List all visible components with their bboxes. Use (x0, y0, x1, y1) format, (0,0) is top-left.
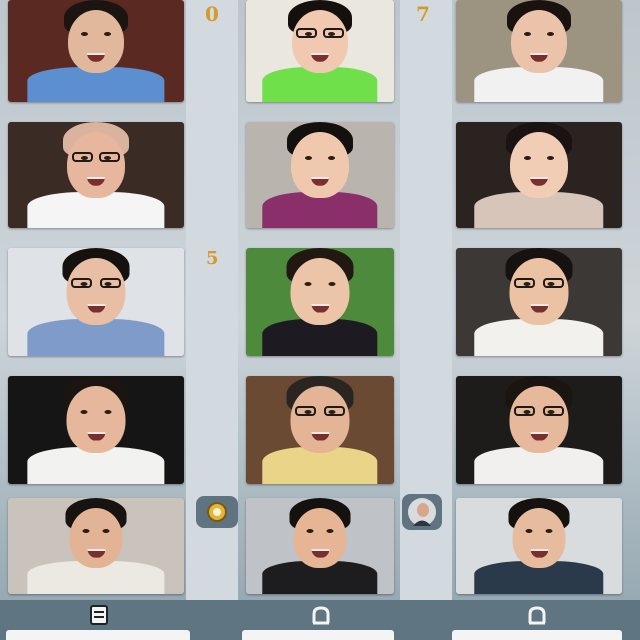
tile-number-label: 7 (416, 2, 430, 26)
participant-video-tile[interactable] (246, 498, 394, 594)
list-icon (90, 605, 108, 625)
bottom-tab[interactable] (452, 630, 622, 640)
share-button[interactable] (308, 602, 334, 628)
participant-thumbnail-button[interactable] (402, 494, 442, 530)
participant-video-tile[interactable] (246, 0, 394, 102)
column-divider (400, 0, 452, 640)
participant-face (66, 258, 126, 325)
share-icon (312, 606, 330, 625)
bottom-tab[interactable] (6, 630, 190, 640)
participant-face (512, 508, 566, 568)
video-call-window: 0 7 5 (0, 0, 640, 640)
participant-face (290, 258, 350, 325)
participant-video-tile[interactable] (8, 122, 184, 228)
participant-face (509, 386, 569, 453)
participant-video-tile[interactable] (246, 122, 394, 228)
participant-face (509, 258, 569, 325)
participant-face (511, 10, 567, 73)
participant-face (293, 508, 347, 568)
participant-video-tile[interactable] (8, 0, 184, 102)
share-button-secondary[interactable] (524, 602, 550, 628)
participant-video-tile[interactable] (246, 248, 394, 356)
participant-face (68, 10, 124, 73)
participant-video-tile[interactable] (456, 248, 622, 356)
participant-video-tile[interactable] (8, 498, 184, 594)
share-icon-2 (528, 606, 546, 625)
participant-video-tile[interactable] (246, 376, 394, 484)
participant-video-tile[interactable] (456, 498, 622, 594)
participant-video-tile[interactable] (456, 376, 622, 484)
participant-face (510, 132, 568, 198)
participant-face (292, 10, 348, 73)
participant-video-tile[interactable] (8, 248, 184, 356)
participant-video-tile[interactable] (456, 0, 622, 102)
participant-face (66, 386, 126, 453)
column-divider (186, 0, 238, 640)
participant-face (290, 386, 350, 453)
tile-number-label: 0 (205, 2, 219, 26)
participants-list-button[interactable] (86, 602, 112, 628)
bottom-tab[interactable] (242, 630, 394, 640)
settings-icon (207, 502, 227, 522)
participant-face (67, 132, 125, 198)
participant-video-tile[interactable] (456, 122, 622, 228)
tile-number-label: 5 (206, 248, 219, 269)
participant-thumb-icon (408, 498, 436, 526)
participant-video-tile[interactable] (8, 376, 184, 484)
settings-button[interactable] (196, 496, 238, 528)
participant-face (291, 132, 349, 198)
participant-face (69, 508, 123, 568)
